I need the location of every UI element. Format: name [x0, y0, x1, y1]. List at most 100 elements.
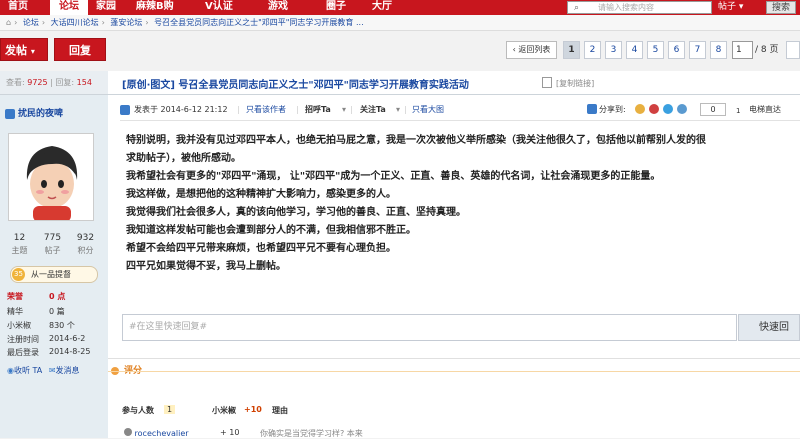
page-link[interactable]: 2 [584, 41, 601, 59]
post-paragraph: 我这样做，是想把他的这种精神扩大影响力，感染更多的人。 [126, 189, 396, 200]
post-paragraph: 我希望社会有更多的"邓四平"涌现， 让"邓四平"成为一个正义、正直、善良、英雄的… [126, 171, 661, 182]
nav-home-garden[interactable]: 家园 [96, 0, 136, 15]
rank-title: 从一品提督 [31, 270, 71, 279]
replies-label: 回复: [55, 78, 75, 87]
breadcrumb-separator: › [14, 18, 18, 27]
breadcrumb-item[interactable]: 蓬安论坛 [110, 18, 142, 27]
quick-reply-input[interactable]: #在这里快速回复# [122, 314, 737, 341]
currency-label: 小米椒 [212, 406, 236, 415]
online-status-icon [5, 108, 15, 119]
qzone-icon[interactable] [635, 104, 645, 114]
stat-points-value[interactable]: 932 [69, 233, 102, 243]
breadcrumb-item[interactable]: 号召全县党员同志向正义之士"邓四平"同志学习开展教育 ... [154, 18, 364, 27]
follow-button[interactable]: 关注Ta [360, 101, 386, 119]
copy-link-icon[interactable] [542, 77, 552, 88]
search-placeholder: 请输入搜索内容 [598, 3, 654, 12]
post-paragraph: 四平兄如果觉得不妥，我马上删帖。 [126, 261, 286, 272]
large-image-link[interactable]: 只看大图 [412, 101, 444, 119]
stats-separator: | [50, 78, 53, 87]
post-button[interactable]: 发帖 ▾ [0, 38, 48, 61]
meta-separator: | [296, 105, 299, 114]
replies-count: 154 [76, 78, 92, 87]
author-online-icon [120, 105, 130, 115]
stat-posts-value[interactable]: 775 [36, 233, 69, 243]
home-icon[interactable]: ⌂ [6, 18, 11, 27]
meta-divider [120, 120, 800, 121]
back-to-list-button[interactable]: ‹ 返回列表 [506, 41, 557, 59]
stat-points-label: 积分 [77, 246, 94, 255]
weibo-icon[interactable] [649, 104, 659, 114]
breadcrumb: ⌂ › 论坛 › 大话四川论坛 › 蓬安论坛 › 号召全县党员同志向正义之士"邓四平"同… [0, 15, 800, 31]
stat-posts-label: 帖子 [44, 246, 61, 255]
post-paragraph: 希望不会给四平兄带来麻烦，也希望四平兄不要有心理负担。 [126, 243, 396, 254]
share-label: 分享到: [599, 105, 626, 114]
meta-separator: | [404, 105, 407, 114]
thread-title-bar: [原创·图文] 号召全县党员同志向正义之士"邓四平"同志学习开展教育实践活动 [… [108, 71, 800, 95]
post-content: 特别说明，我并没有见过邓四平本人，也绝无拍马屁之意，我是一次次被他义举所感染（我… [120, 126, 800, 275]
page-total: / 8 页 [755, 45, 779, 55]
nav-v-auth[interactable]: V认证 [205, 0, 249, 15]
share-count: 0 [700, 103, 726, 116]
participants-count: 1 [164, 405, 176, 414]
reply-button[interactable]: 回复 [54, 38, 106, 61]
post-time: 发表于 2014-6-12 21:12 [134, 105, 228, 114]
rater-name[interactable]: rocechevalier [135, 429, 189, 438]
post-paragraph: 特别说明，我并没有见过邓四平本人，也绝无拍马屁之意，我是一次次被他义举所感染（我… [126, 135, 706, 146]
nav-forum[interactable]: 论坛 [50, 0, 88, 15]
renren-icon[interactable] [677, 104, 687, 114]
back-to-list-label: 返回列表 [518, 45, 551, 54]
page-link[interactable]: 6 [668, 41, 685, 59]
chevron-down-icon: ▾ [738, 2, 744, 12]
author-links: ◉收听 TA ✉发消息 [7, 365, 80, 376]
author-name-row: 扰民的夜啤 [5, 106, 63, 119]
search-scope-label: 帖子 [718, 2, 737, 12]
page-link[interactable]: 5 [647, 41, 664, 59]
thread-stats: 查看: 9725 | 回复: 154 [0, 71, 108, 95]
search-input[interactable]: ⌕ 请输入搜索内容 [567, 1, 712, 14]
quick-reply-placeholder: #在这里快速回复# [129, 322, 208, 332]
action-bar: 发帖 ▾ 回复 ‹ 返回列表 1 2 3 4 5 6 7 8 1 / 8 页 [0, 31, 800, 71]
share-plus-icon[interactable] [587, 104, 597, 114]
nav-home[interactable]: 首页 [8, 0, 42, 15]
breadcrumb-item[interactable]: 论坛 [23, 18, 39, 27]
search-button[interactable]: 搜索 [766, 1, 796, 14]
page-link[interactable]: 8 [710, 41, 727, 59]
page-link[interactable]: 1 [563, 41, 580, 59]
rater-value: + 10 [220, 428, 240, 437]
page-link[interactable]: 4 [626, 41, 643, 59]
breadcrumb-item[interactable]: 大话四川论坛 [51, 18, 99, 27]
top-nav: 首页 论坛 家园 麻辣B购 V认证 游戏 圈子 大厅 ⌕ 请输入搜索内容 帖子 … [0, 0, 800, 15]
nav-games[interactable]: 游戏 [268, 0, 306, 15]
nav-circles[interactable]: 圈子 [326, 0, 358, 15]
floor-jump-label: 电梯直达 [749, 105, 781, 114]
chevron-down-icon: ▾ [396, 105, 401, 114]
page-link[interactable]: 7 [689, 41, 706, 59]
next-page-button[interactable] [786, 41, 800, 59]
rating-points: +10 [244, 405, 262, 414]
page-link[interactable]: 3 [605, 41, 622, 59]
tencent-weibo-icon[interactable] [663, 104, 673, 114]
post-button-label: 发帖 [5, 44, 27, 57]
quick-reply-button[interactable]: 快速回 [738, 314, 800, 341]
author-name[interactable]: 扰民的夜啤 [18, 109, 63, 119]
rank-level: 35 [12, 268, 25, 281]
post-paragraph: 求助帖子），被他所感动。 [126, 153, 241, 164]
follow-link[interactable]: 收听 TA [14, 366, 42, 375]
greet-button[interactable]: 招呼Ta [305, 101, 331, 119]
stat-threads-value[interactable]: 12 [3, 233, 36, 243]
copy-link[interactable]: [复制链接] [556, 78, 594, 89]
rater-avatar-icon [124, 428, 132, 436]
meta-separator: | [237, 105, 240, 114]
nav-hall[interactable]: 大厅 [372, 0, 402, 15]
page-number-input[interactable]: 1 [732, 41, 753, 59]
search-scope-select[interactable]: 帖子 ▾ [714, 1, 764, 14]
participants-label: 参与人数 [122, 406, 154, 415]
avatar[interactable] [8, 133, 94, 221]
message-link[interactable]: 发消息 [56, 366, 80, 375]
nav-shop[interactable]: 麻辣B购 [136, 0, 196, 15]
thread-title[interactable]: [原创·图文] 号召全县党员同志向正义之士"邓四平"同志学习开展教育实践活动 [122, 76, 469, 91]
floor-jump[interactable]: 电梯直达 [749, 104, 781, 115]
only-author-link[interactable]: 只看该作者 [246, 101, 286, 119]
post-paragraph: 我觉得我们社会很多人，真的该向他学习，学习他的善良、正直、坚持真理。 [126, 207, 466, 218]
stat-threads-label: 主题 [11, 246, 28, 255]
